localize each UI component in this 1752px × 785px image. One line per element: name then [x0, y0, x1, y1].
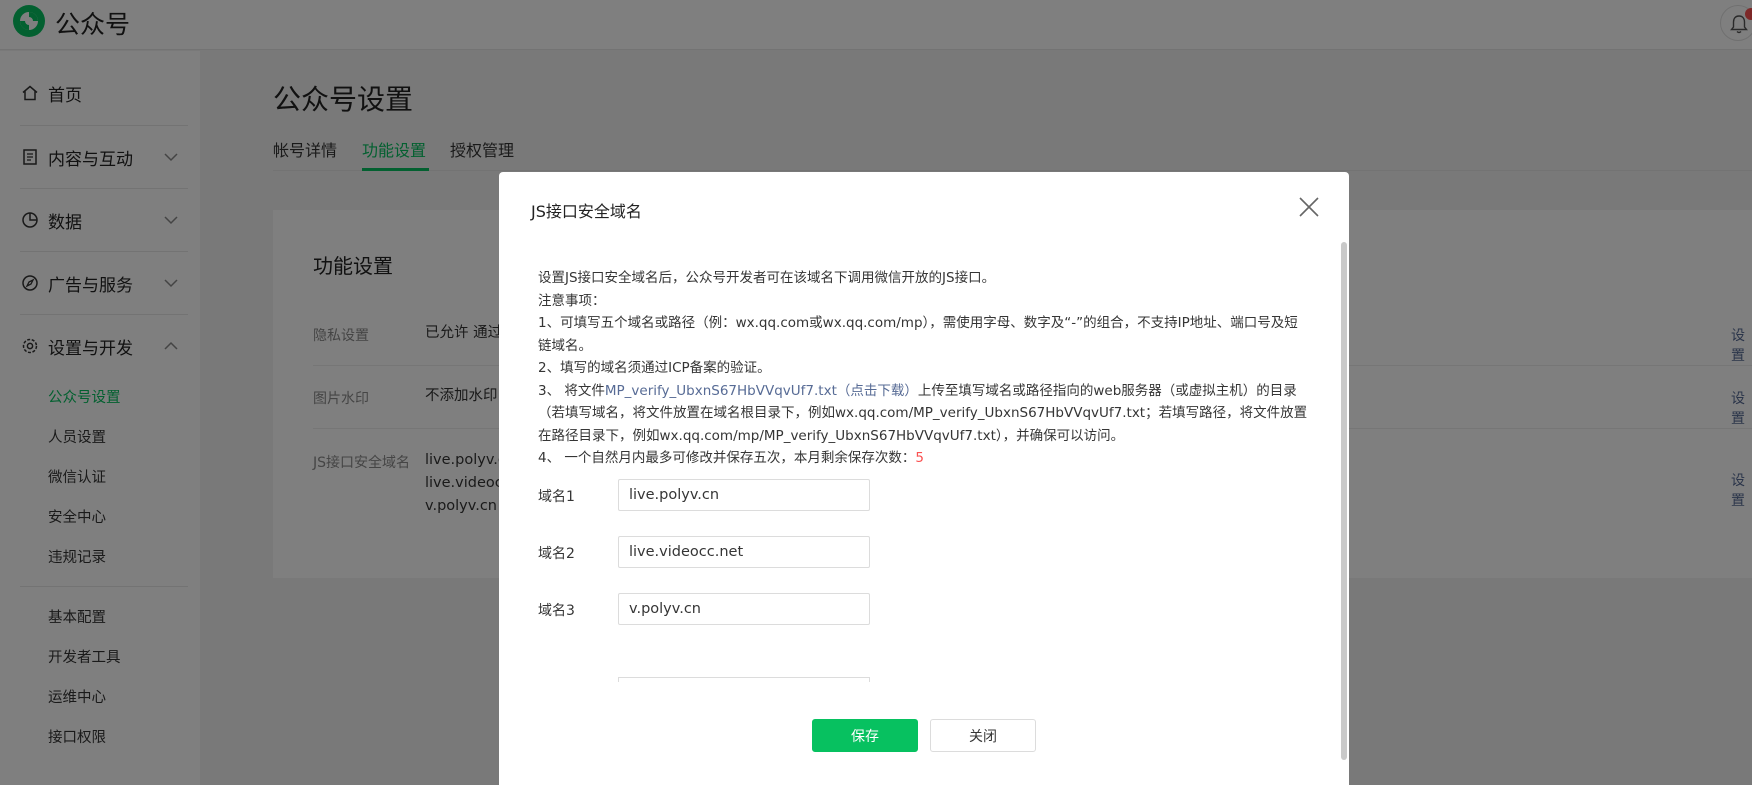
- domain-1-input[interactable]: [618, 479, 870, 511]
- save-button[interactable]: 保存: [812, 719, 918, 752]
- intro-text: 设置JS接口安全域名后，公众号开发者可在该域名下调用微信开放的JS接口。: [538, 270, 996, 286]
- note-1: 1、可填写五个域名或路径（例：wx.qq.com或wx.qq.com/mp），需…: [538, 315, 1298, 354]
- domain-3-label: 域名3: [538, 603, 575, 619]
- close-button[interactable]: 关闭: [930, 719, 1036, 752]
- note-2: 2、填写的域名须通过ICP备案的验证。: [538, 360, 771, 376]
- domain-1-label: 域名1: [538, 489, 575, 505]
- domain-4-input[interactable]: [618, 677, 870, 682]
- domain-2-input[interactable]: [618, 536, 870, 568]
- domain-3-input[interactable]: [618, 593, 870, 625]
- dialog-scrollbar[interactable]: [1341, 242, 1347, 760]
- domain-2-label: 域名2: [538, 546, 575, 562]
- note-3: 3、 将文件MP_verify_UbxnS67HbVVqvUf7.txt（点击下…: [538, 380, 1308, 448]
- dialog-description: 设置JS接口安全域名后，公众号开发者可在该域名下调用微信开放的JS接口。 注意事…: [538, 267, 1308, 470]
- note-4: 4、 一个自然月内最多可修改并保存五次，本月剩余保存次数：5: [538, 447, 1308, 470]
- remaining-saves-count: 5: [915, 450, 924, 466]
- notice-title: 注意事项：: [538, 292, 606, 309]
- dialog-title: JS接口安全域名: [531, 202, 642, 221]
- close-icon[interactable]: [1296, 194, 1322, 220]
- note-4-prefix: 4、 一个自然月内最多可修改并保存五次，本月剩余保存次数：: [538, 450, 916, 466]
- verify-file-download-link[interactable]: MP_verify_UbxnS67HbVVqvUf7.txt（点击下载）: [605, 383, 918, 399]
- note-3-prefix: 3、 将文件: [538, 382, 605, 399]
- js-domain-dialog: JS接口安全域名 设置JS接口安全域名后，公众号开发者可在该域名下调用微信开放的…: [499, 172, 1349, 785]
